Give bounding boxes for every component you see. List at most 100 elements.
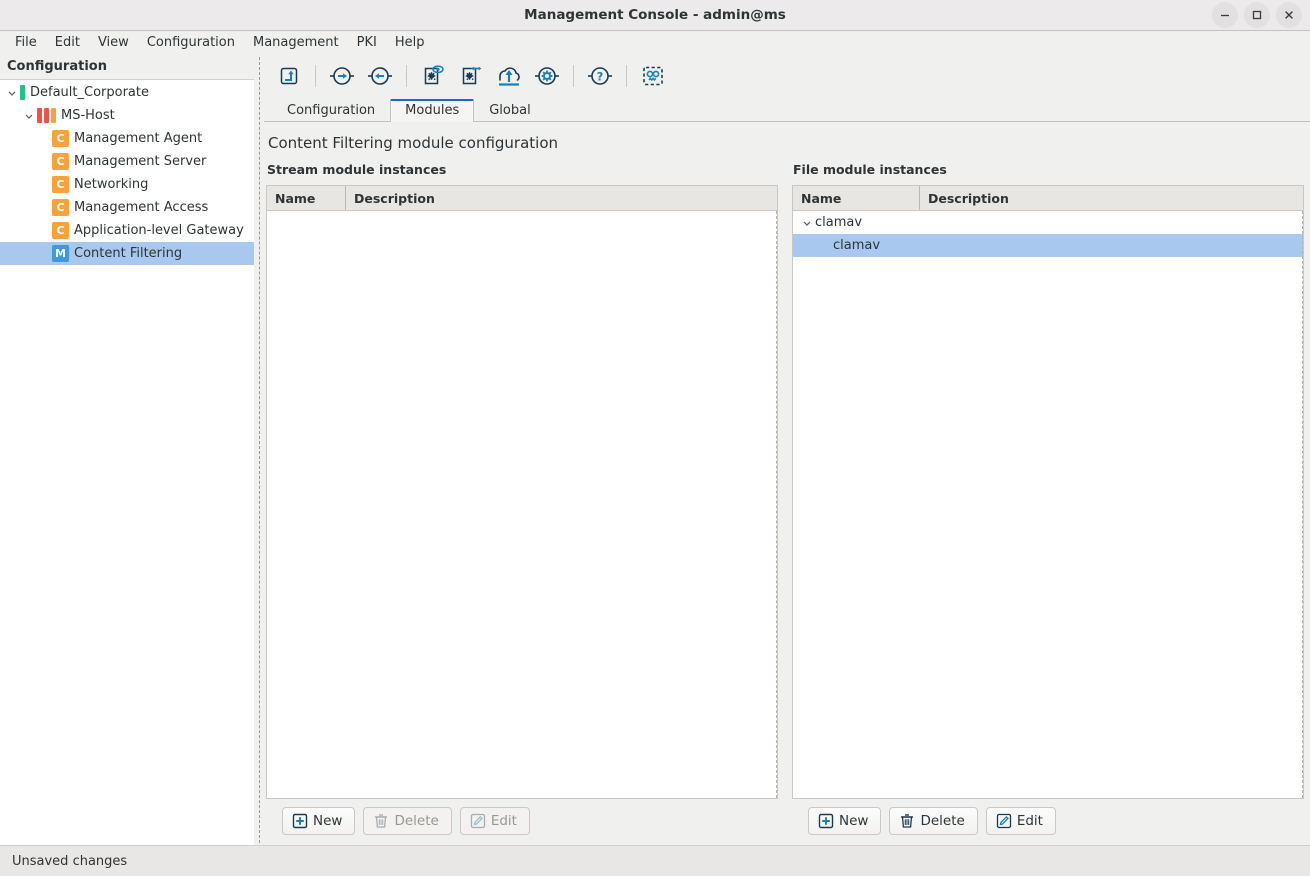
trash-icon	[899, 813, 915, 829]
file-table-header: Name Description	[793, 186, 1303, 211]
chevron-down-icon[interactable]	[799, 218, 815, 228]
stream-new-button[interactable]: New	[282, 807, 356, 835]
table-row[interactable]: clamav	[793, 234, 1303, 257]
plus-box-icon	[818, 813, 834, 829]
config-preview-eye-icon[interactable]	[414, 59, 452, 93]
tree-item-networking[interactable]: C Networking	[0, 173, 254, 196]
content-area: Content Filtering module configuration S…	[264, 121, 1310, 845]
question-in-circle-icon[interactable]: ?	[581, 59, 619, 93]
stream-delete-button[interactable]: Delete	[363, 807, 452, 835]
file-edit-button[interactable]: Edit	[985, 807, 1056, 835]
c-badge-icon: C	[52, 176, 69, 193]
tree-item-label: Content Filtering	[74, 246, 183, 261]
stream-module-table[interactable]: Name Description	[266, 185, 778, 799]
c-badge-icon: C	[52, 199, 69, 216]
c-badge-icon: C	[52, 153, 69, 170]
minimize-button[interactable]	[1212, 2, 1238, 28]
tree-item-management-server[interactable]: C Management Server	[0, 150, 254, 173]
title-bar: Management Console - admin@ms	[0, 0, 1310, 31]
main-panel: ? Configuration Modules Global Content F…	[264, 55, 1310, 845]
tab-bar: Configuration Modules Global	[264, 95, 1310, 122]
file-new-button[interactable]: New	[808, 807, 882, 835]
tree-item-label: Management Agent	[74, 131, 203, 146]
plus-box-icon	[292, 813, 308, 829]
toolbar-separator	[315, 65, 316, 87]
chevron-down-icon[interactable]	[21, 111, 37, 121]
window-title: Management Console - admin@ms	[524, 7, 786, 23]
chevron-down-icon[interactable]	[4, 88, 20, 98]
column-header-description[interactable]: Description	[345, 186, 777, 210]
tree-item-label: Management Access	[74, 200, 209, 215]
tab-configuration[interactable]: Configuration	[272, 99, 390, 122]
splitter-line	[258, 57, 260, 843]
maximize-button[interactable]	[1244, 2, 1270, 28]
menu-management[interactable]: Management	[244, 32, 348, 53]
button-label: Edit	[1016, 813, 1043, 829]
status-bar: Unsaved changes	[0, 845, 1310, 876]
sidebar-splitter[interactable]	[254, 55, 264, 845]
tree-item-application-level-gateway[interactable]: C Application-level Gateway	[0, 219, 254, 242]
button-label: Edit	[490, 813, 517, 829]
panels-container: Stream module instances Name Description	[266, 162, 1304, 845]
toolbar-separator	[573, 65, 574, 87]
tab-global[interactable]: Global	[474, 99, 545, 122]
column-header-description[interactable]: Description	[919, 186, 1303, 210]
go-up-icon[interactable]	[270, 59, 308, 93]
button-label: New	[313, 813, 343, 829]
configuration-sidebar: Configuration Default_Corporate MS-Host	[0, 55, 254, 845]
file-module-panel: File module instances Name Description c…	[792, 162, 1304, 839]
c-badge-icon: C	[52, 222, 69, 239]
application-window: Management Console - admin@ms File Edit …	[0, 0, 1310, 876]
stream-edit-button[interactable]: Edit	[459, 807, 530, 835]
status-text: Unsaved changes	[12, 853, 128, 869]
toolbar: ?	[264, 55, 1310, 95]
sidebar-header: Configuration	[0, 55, 254, 79]
gear-in-circle-icon[interactable]	[528, 59, 566, 93]
arrow-right-in-circle-icon[interactable]	[323, 59, 361, 93]
tree-item-label: Management Server	[74, 154, 207, 169]
svg-text:?: ?	[597, 69, 604, 83]
pencil-icon	[996, 813, 1012, 829]
arrow-left-in-circle-icon[interactable]	[361, 59, 399, 93]
window-body: Configuration Default_Corporate MS-Host	[0, 55, 1310, 845]
tree-item-ms-host[interactable]: MS-Host	[0, 104, 254, 127]
m-badge-icon: M	[52, 245, 69, 262]
stream-table-scroll-edge	[776, 211, 777, 798]
tree-item-default-corporate[interactable]: Default_Corporate	[0, 81, 254, 104]
config-transfer-icon[interactable]	[452, 59, 490, 93]
tab-modules[interactable]: Modules	[390, 99, 475, 122]
file-table-body[interactable]: clamav clamav	[793, 211, 1303, 798]
menu-file[interactable]: File	[6, 32, 46, 53]
tree-item-label: Application-level Gateway	[74, 223, 244, 238]
tree-item-management-agent[interactable]: C Management Agent	[0, 127, 254, 150]
single-green-bar-icon	[20, 85, 25, 100]
configuration-tree[interactable]: Default_Corporate MS-Host C Management A…	[0, 79, 254, 845]
menu-bar: File Edit View Configuration Management …	[0, 31, 1310, 55]
upload-cloud-icon[interactable]	[490, 59, 528, 93]
tree-item-label: Networking	[74, 177, 149, 192]
menu-pki[interactable]: PKI	[348, 32, 386, 53]
file-delete-button[interactable]: Delete	[889, 807, 978, 835]
tree-item-management-access[interactable]: C Management Access	[0, 196, 254, 219]
table-row[interactable]: clamav	[793, 211, 1303, 234]
stream-table-body[interactable]	[267, 211, 777, 798]
menu-edit[interactable]: Edit	[46, 32, 89, 53]
menu-configuration[interactable]: Configuration	[138, 32, 244, 53]
tree-item-content-filtering[interactable]: M Content Filtering	[0, 242, 254, 265]
stream-module-panel: Stream module instances Name Description	[266, 162, 778, 839]
button-label: Delete	[394, 813, 439, 829]
column-header-name[interactable]: Name	[793, 186, 919, 210]
stream-panel-buttons: New Delete Edit	[266, 799, 778, 839]
window-controls	[1212, 2, 1310, 28]
column-header-name[interactable]: Name	[267, 186, 345, 210]
file-module-table[interactable]: Name Description clamav clamav	[792, 185, 1304, 799]
toolbar-separator	[406, 65, 407, 87]
trash-icon	[373, 813, 389, 829]
page-title: Content Filtering module configuration	[268, 134, 559, 152]
close-button[interactable]	[1276, 2, 1302, 28]
file-panel-title: File module instances	[793, 162, 947, 177]
robot-icon[interactable]	[634, 59, 672, 93]
menu-help[interactable]: Help	[386, 32, 434, 53]
menu-view[interactable]: View	[89, 32, 138, 53]
row-name: clamav	[815, 215, 863, 230]
